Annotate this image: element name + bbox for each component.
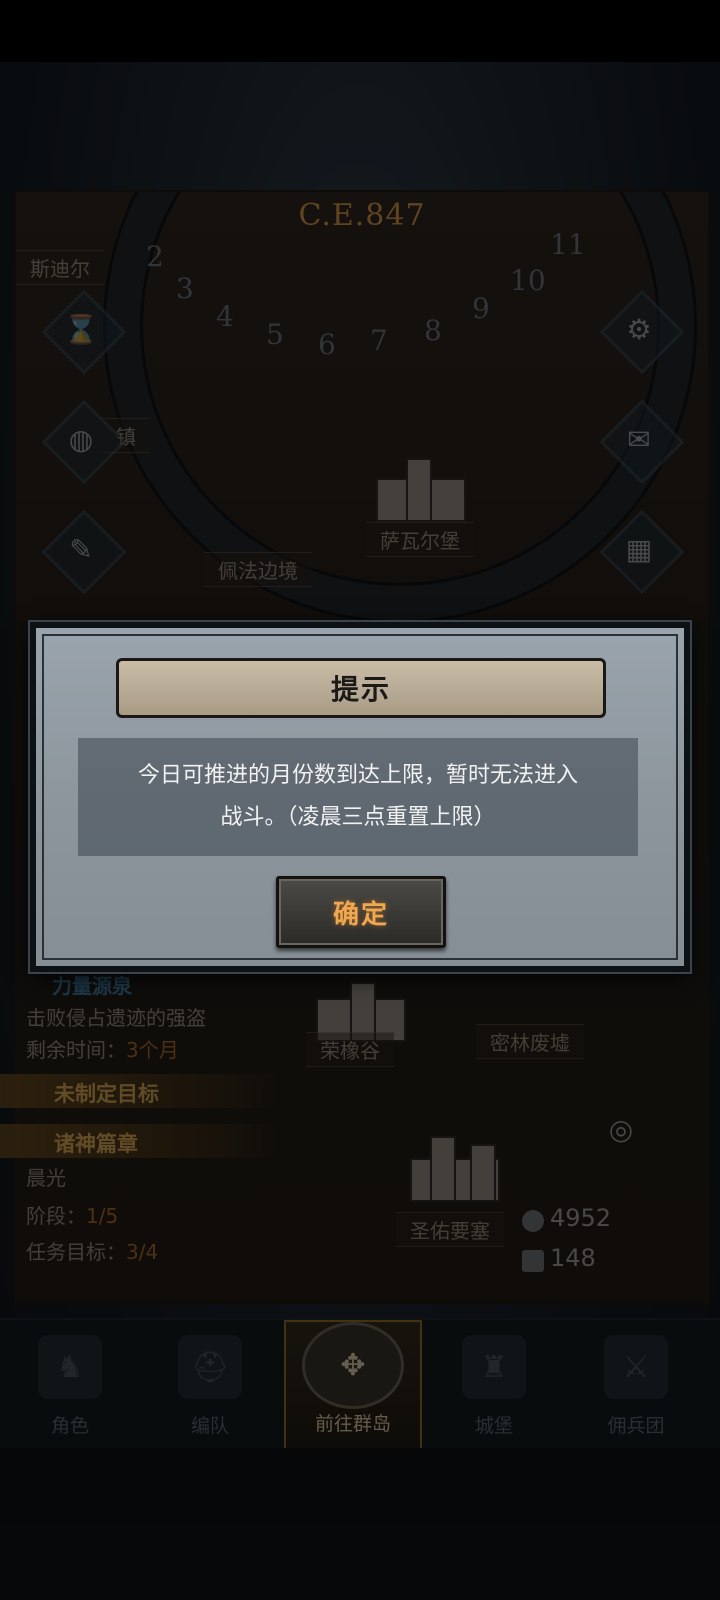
dialog-title-banner: 提示 <box>116 658 606 718</box>
dialog-message-line1: 今日可推进的月份数到达上限，暂时无法进入 <box>137 763 578 788</box>
dialog-title: 提示 <box>330 673 391 706</box>
confirm-button-label: 确定 <box>332 899 389 930</box>
status-bar <box>0 0 720 62</box>
confirm-button[interactable]: 确定 <box>276 876 446 948</box>
dialog-message-box: 今日可推进的月份数到达上限，暂时无法进入 战斗。（凌晨三点重置上限） <box>78 738 638 856</box>
dialog-message-line2: 战斗。（凌晨三点重置上限） <box>220 805 496 830</box>
alert-dialog: 提示 今日可推进的月份数到达上限，暂时无法进入 战斗。（凌晨三点重置上限） 确定 <box>30 622 690 972</box>
